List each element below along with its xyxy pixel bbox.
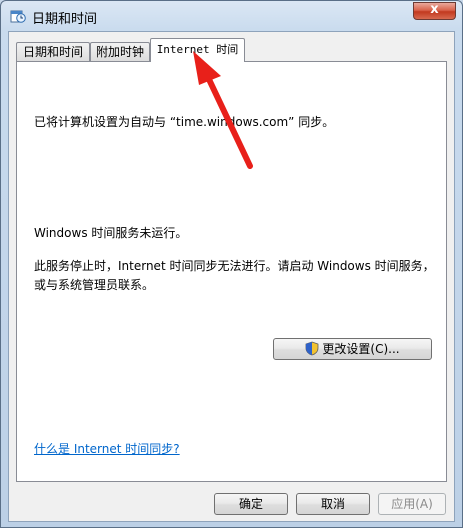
sync-info-text: 已将计算机设置为自动与 “time.windows.com” 同步。 bbox=[34, 115, 335, 129]
internet-time-panel: 已将计算机设置为自动与 “time.windows.com” 同步。 Windo… bbox=[16, 61, 447, 482]
dialog-client-area: 日期和时间 附加时钟 Internet 时间 已将计算机设置为自动与 “time… bbox=[8, 31, 455, 522]
help-link-internet-time-sync[interactable]: 什么是 Internet 时间同步? bbox=[34, 440, 180, 457]
service-hint-line-2: 或与系统管理员联系。 bbox=[34, 278, 155, 292]
service-status-text: Windows 时间服务未运行。 bbox=[34, 226, 188, 240]
apply-button[interactable]: 应用(A) bbox=[378, 493, 446, 515]
clock-calendar-icon bbox=[10, 10, 26, 23]
title-bar: 日期和时间 x bbox=[1, 1, 462, 31]
cancel-button[interactable]: 取消 bbox=[296, 493, 370, 515]
tab-internet-time[interactable]: Internet 时间 bbox=[150, 38, 245, 62]
date-time-dialog: 日期和时间 x 日期和时间 附加时钟 Internet 时间 已将计算机设置为自… bbox=[0, 0, 463, 528]
ok-button[interactable]: 确定 bbox=[214, 493, 288, 515]
close-button[interactable]: x bbox=[413, 2, 456, 20]
tab-date-time[interactable]: 日期和时间 bbox=[16, 42, 90, 61]
change-settings-label: 更改设置(C)... bbox=[322, 342, 400, 356]
uac-shield-icon bbox=[306, 341, 319, 356]
service-hint-line-1: 此服务停止时，Internet 时间同步无法进行。请启动 Windows 时间服… bbox=[34, 259, 435, 273]
close-icon: x bbox=[430, 2, 439, 17]
change-settings-button[interactable]: 更改设置(C)... bbox=[273, 338, 432, 360]
tab-additional-clocks[interactable]: 附加时钟 bbox=[90, 42, 150, 61]
window-title: 日期和时间 bbox=[32, 12, 98, 27]
